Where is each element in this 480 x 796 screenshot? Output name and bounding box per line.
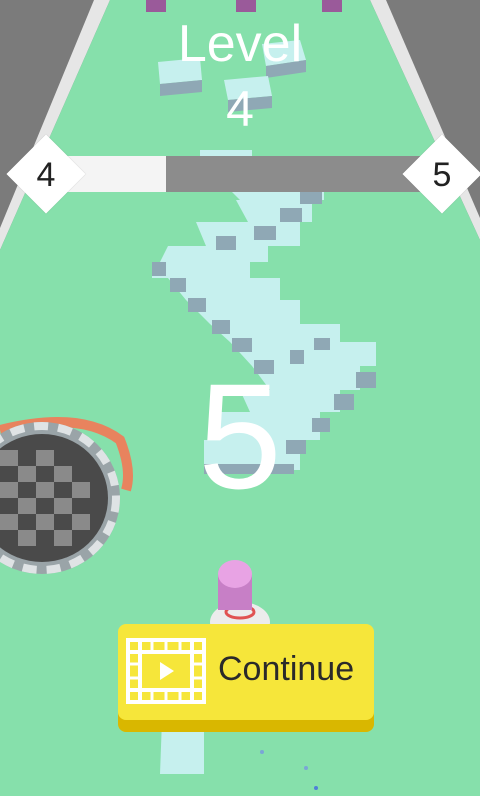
far-post (322, 0, 342, 12)
continue-button[interactable]: Continue (118, 624, 374, 732)
level-label: Level (177, 15, 303, 73)
level-progress-bar (46, 156, 432, 192)
next-level-number: 5 (432, 156, 452, 194)
countdown-number: 5 (198, 352, 282, 520)
current-level-number: 4 (36, 156, 56, 194)
far-post (146, 0, 166, 12)
particle (304, 766, 308, 770)
video-ad-icon (126, 638, 206, 704)
continue-button-label: Continue (218, 650, 355, 688)
level-number: 4 (226, 81, 254, 137)
particle (260, 750, 264, 754)
particle (314, 786, 318, 790)
far-post (236, 0, 256, 12)
